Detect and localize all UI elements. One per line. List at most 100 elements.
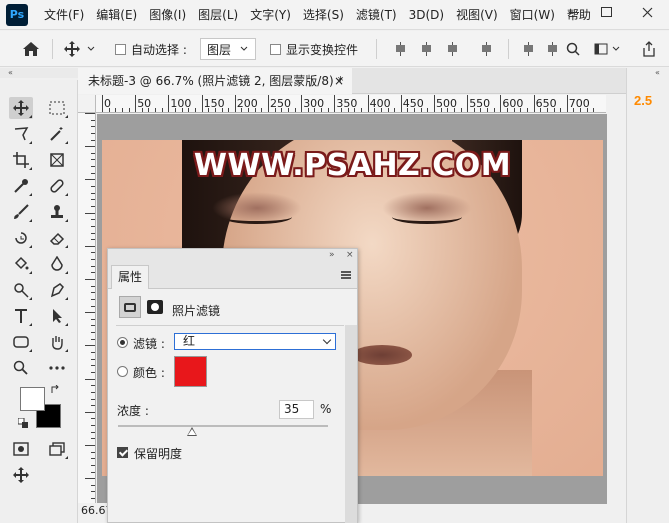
screen-mode-button[interactable] (45, 438, 69, 460)
dodge-tool[interactable] (9, 279, 33, 301)
default-colors-button[interactable] (16, 416, 30, 430)
align-top-icon[interactable] (522, 42, 536, 56)
frame-tool[interactable] (45, 149, 69, 171)
history-brush-tool[interactable] (9, 227, 33, 249)
right-panel-value[interactable]: 2.5 (634, 93, 652, 108)
show-transform-checkbox[interactable]: 显示变换控件 (270, 31, 358, 67)
share-button[interactable] (642, 31, 656, 67)
menu-filter[interactable]: 滤镜(T) (350, 0, 403, 30)
pen-icon (50, 283, 64, 298)
zoom-status[interactable]: 66.67 (78, 503, 113, 523)
blur-tool[interactable] (45, 253, 69, 275)
move-tool-preset[interactable] (64, 31, 96, 67)
density-slider[interactable] (118, 425, 328, 427)
align-middle-icon[interactable] (546, 42, 560, 56)
panel-menu-icon[interactable] (341, 271, 351, 279)
menu-file[interactable]: 文件(F) (38, 0, 90, 30)
adjustment-icon-button[interactable] (119, 296, 141, 318)
search-button[interactable] (566, 31, 580, 67)
ruler-tick (566, 95, 568, 112)
filter-label: 滤镜 : (133, 337, 165, 351)
auto-select-dropdown[interactable]: 图层 (200, 31, 257, 67)
ruler-tick (91, 252, 95, 254)
home-button[interactable] (22, 31, 40, 67)
align-left-icon[interactable] (394, 42, 408, 56)
mask-icon[interactable] (147, 300, 163, 314)
ruler-tick (420, 108, 422, 112)
chevron-down-icon (87, 46, 95, 51)
healing-tool[interactable] (45, 175, 69, 197)
toolbar (0, 80, 78, 523)
preserve-luminosity-checkbox[interactable] (117, 447, 128, 458)
ruler-tick (261, 108, 263, 112)
history-brush-icon (15, 232, 27, 244)
move-icon (13, 467, 29, 483)
horizontal-ruler[interactable]: 0 50 100 150 200 250 300 350 400 450 500 550 600 650 7… (96, 95, 606, 113)
lasso-tool[interactable] (9, 123, 33, 145)
brush-tool[interactable] (9, 201, 33, 223)
density-slider-thumb[interactable] (186, 427, 197, 436)
edit-toolbar-button[interactable] (9, 464, 33, 486)
menu-3d[interactable]: 3D(D) (403, 0, 450, 30)
color-swatch[interactable] (174, 356, 207, 387)
collapse-panel-button[interactable]: » (329, 250, 335, 260)
close-tab-button[interactable]: × (334, 68, 344, 94)
tab-properties[interactable]: 属性 (111, 265, 149, 289)
workspace-button[interactable] (594, 31, 621, 67)
ruler-tick (168, 95, 170, 112)
type-tool[interactable] (9, 305, 33, 327)
menu-type[interactable]: 文字(Y) (244, 0, 297, 30)
close-panel-button[interactable]: × (346, 250, 354, 260)
menu-view[interactable]: 视图(V) (450, 0, 504, 30)
paint-bucket-tool[interactable] (9, 253, 33, 275)
move-icon (13, 100, 29, 116)
move-tool[interactable] (9, 97, 33, 119)
eraser-tool[interactable] (45, 227, 69, 249)
ruler-tick (85, 212, 95, 214)
align-center-icon[interactable] (420, 42, 434, 56)
document-tab[interactable]: 未标题-3 @ 66.7% (照片滤镜 2, 图层蒙版/8) * (78, 68, 352, 94)
distribute-icon[interactable] (480, 42, 494, 56)
quick-mask-button[interactable] (9, 438, 33, 460)
hand-tool[interactable] (45, 331, 69, 353)
menu-window[interactable]: 窗口(W) (504, 0, 561, 30)
panel-scrollbar[interactable] (345, 325, 357, 523)
collapse-toolbar[interactable]: « (0, 68, 78, 78)
crop-tool[interactable] (9, 149, 33, 171)
ruler-tick (374, 108, 376, 112)
swap-colors-button[interactable] (48, 383, 62, 397)
magic-wand-tool[interactable] (45, 123, 69, 145)
marquee-tool[interactable] (45, 97, 69, 119)
menu-select[interactable]: 选择(S) (297, 0, 350, 30)
ruler-tick (467, 95, 469, 112)
zoom-tool[interactable] (9, 357, 33, 379)
auto-select-checkbox[interactable]: 自动选择 : (115, 31, 187, 67)
color-radio[interactable] (117, 366, 128, 377)
close-window-button[interactable] (626, 0, 669, 24)
ruler-tick (201, 95, 203, 112)
menu-image[interactable]: 图像(I) (143, 0, 192, 30)
pen-tool[interactable] (45, 279, 69, 301)
vertical-ruler[interactable] (78, 113, 96, 503)
shape-tool[interactable] (9, 331, 33, 353)
ruler-tick (85, 245, 95, 247)
ruler-tick (85, 279, 95, 280)
ruler-tick (241, 108, 243, 112)
stamp-tool[interactable] (45, 201, 69, 223)
more-tools[interactable] (45, 357, 69, 379)
menu-edit[interactable]: 编辑(E) (90, 0, 143, 30)
filter-dropdown[interactable]: 红 (174, 333, 336, 350)
healing-icon (50, 179, 64, 193)
ruler-tick (91, 431, 95, 433)
menu-layer[interactable]: 图层(L) (192, 0, 244, 30)
filter-radio[interactable] (117, 337, 128, 348)
path-select-tool[interactable] (45, 305, 69, 327)
minimize-button[interactable] (558, 0, 590, 24)
maximize-button[interactable] (590, 0, 622, 24)
density-input[interactable]: 35 (279, 400, 314, 419)
align-right-icon[interactable] (446, 42, 460, 56)
eyedropper-tool[interactable] (9, 175, 33, 197)
collapse-right-panel[interactable]: « (655, 68, 660, 77)
foreground-color-swatch[interactable] (20, 387, 45, 411)
menu-items: 文件(F) 编辑(E) 图像(I) 图层(L) 文字(Y) 选择(S) 滤镜(T… (38, 0, 597, 30)
